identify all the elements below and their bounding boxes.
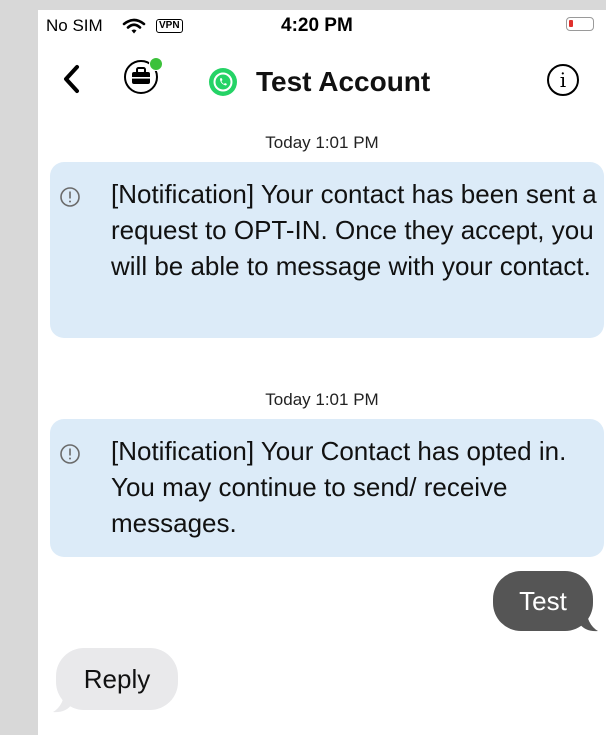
message-timestamp: Today 1:01 PM bbox=[265, 133, 379, 152]
message-timestamp: Today 1:01 PM bbox=[265, 390, 379, 409]
incoming-message-bubble[interactable]: Reply bbox=[56, 648, 178, 710]
wifi-icon bbox=[122, 18, 146, 39]
chat-title[interactable]: Test Account bbox=[256, 66, 430, 98]
battery-level bbox=[569, 20, 573, 27]
battery-icon bbox=[566, 17, 594, 31]
chevron-left-icon[interactable] bbox=[62, 64, 80, 99]
notification-message: [Notification] Your contact has been sen… bbox=[50, 162, 604, 338]
outgoing-message-bubble[interactable]: Test bbox=[493, 571, 593, 631]
chat-header: Test Account i bbox=[38, 50, 606, 110]
info-icon[interactable]: i bbox=[547, 64, 579, 96]
info-circle-icon bbox=[59, 186, 81, 213]
info-circle-icon bbox=[59, 443, 81, 470]
notification-text: [Notification] Your contact has been sen… bbox=[111, 179, 597, 281]
vpn-badge: VPN bbox=[156, 19, 183, 33]
notification-text: [Notification] Your Contact has opted in… bbox=[111, 436, 567, 538]
phone-screen: No SIM VPN 4:20 PM Test Account i Today … bbox=[38, 10, 606, 735]
carrier-label: No SIM bbox=[46, 16, 103, 35]
screenshot-border-left bbox=[0, 0, 38, 735]
business-avatar-button[interactable] bbox=[124, 57, 163, 94]
notification-message: [Notification] Your Contact has opted in… bbox=[50, 419, 604, 557]
status-bar: No SIM VPN 4:20 PM bbox=[38, 10, 606, 40]
status-time: 4:20 PM bbox=[281, 15, 353, 36]
screenshot-border-top bbox=[0, 0, 606, 10]
online-indicator bbox=[149, 57, 163, 71]
whatsapp-icon bbox=[208, 67, 238, 102]
